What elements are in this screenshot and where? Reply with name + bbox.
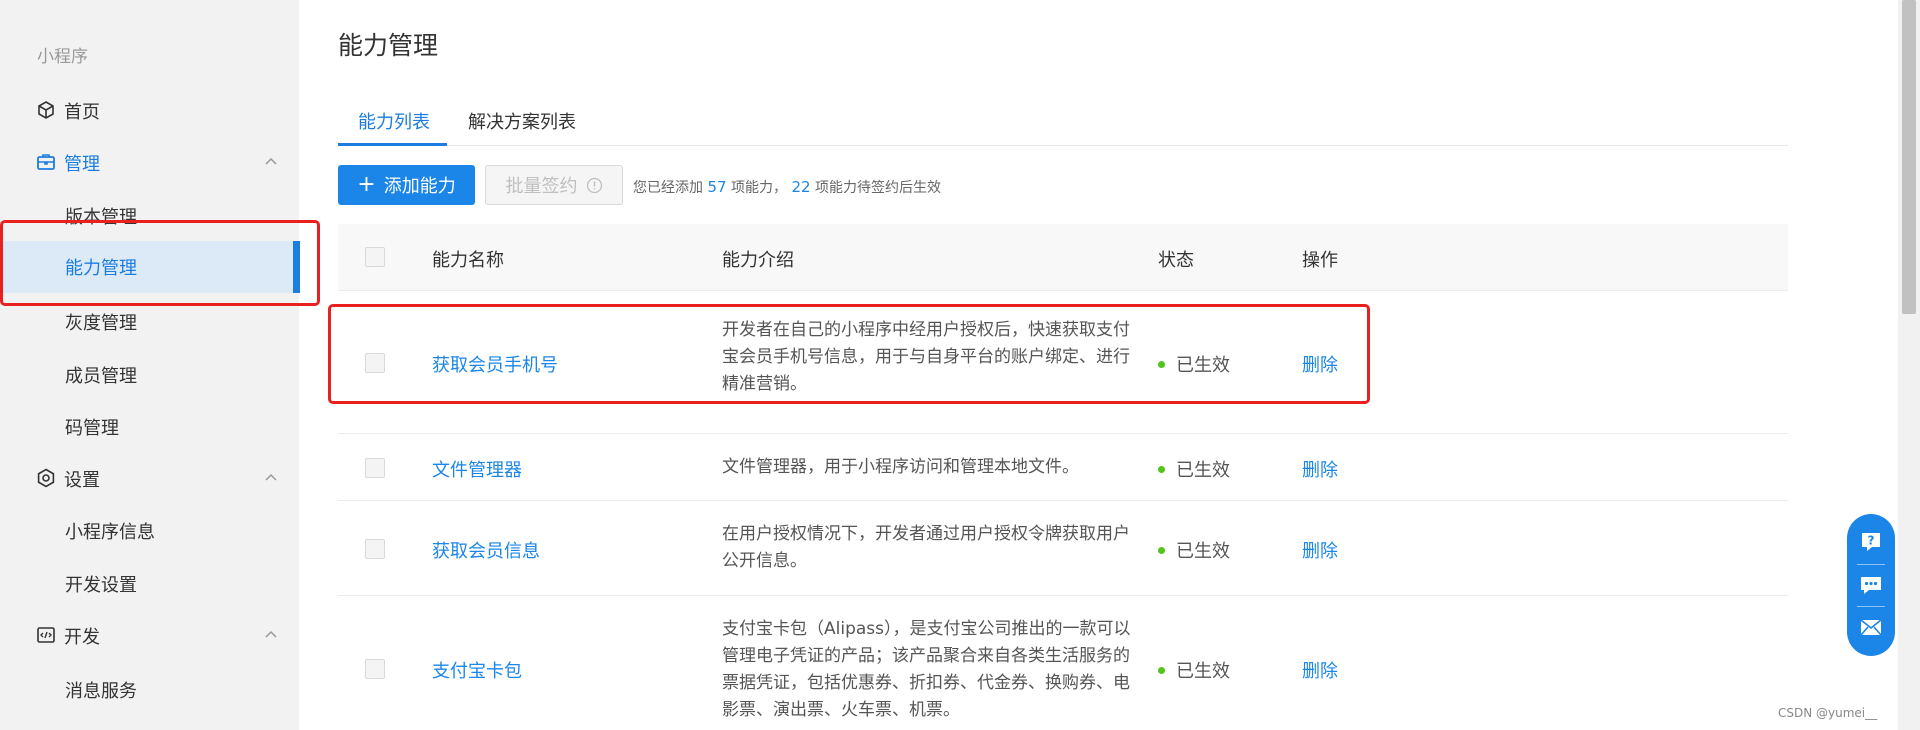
row-checkbox[interactable] [365, 659, 385, 679]
delete-link[interactable]: 删除 [1302, 456, 1338, 482]
table-row: 文件管理器 文件管理器，用于小程序访问和管理本地文件。 已生效 删除 [338, 434, 1788, 501]
capability-name-link[interactable]: 支付宝卡包 [432, 657, 522, 683]
sidebar-section-title: 小程序 [37, 47, 88, 67]
add-capability-label: 添加能力 [383, 176, 456, 197]
float-separator [1857, 564, 1885, 565]
sidebar-group-label: 设置 [64, 470, 100, 491]
gear-icon [37, 468, 55, 488]
home-cube-icon [38, 101, 54, 119]
summary-suffix: 项能力待签约后生效 [815, 180, 941, 196]
tab-active-ink [338, 143, 447, 146]
row-checkbox[interactable] [365, 458, 385, 478]
batch-sign-label: 批量签约 [505, 176, 578, 197]
sidebar-item-label: 消息服务 [65, 681, 137, 702]
summary-prefix: 您已经添加 [633, 180, 703, 196]
capability-name-link[interactable]: 获取会员信息 [432, 537, 540, 563]
status-dot [1158, 546, 1165, 554]
add-capability-button[interactable]: + 添加能力 [338, 165, 475, 205]
header-desc: 能力介绍 [722, 250, 794, 271]
help-question-icon[interactable]: ? [1859, 530, 1883, 554]
float-separator [1857, 606, 1885, 607]
chat-bubble-icon[interactable] [1859, 573, 1883, 597]
capability-desc: 在用户授权情况下，开发者通过用户授权令牌获取用户公开信息。 [722, 524, 1130, 571]
select-all-checkbox[interactable] [365, 247, 385, 267]
sidebar-item-label: 成员管理 [65, 366, 137, 387]
status-text: 已生效 [1176, 661, 1230, 682]
capability-summary: 您已经添加 57 项能力， 22 项能力待签约后生效 [633, 177, 941, 197]
scrollbar-thumb[interactable] [1902, 0, 1916, 314]
page-title: 能力管理 [338, 31, 439, 60]
page-scrollbar[interactable] [1898, 0, 1920, 730]
sidebar: 小程序 首页 管理 版本管理 能力管理 灰度管理 成员管理 码管理 设置 小程序… [0, 0, 300, 730]
table-row: 获取会员信息 在用户授权情况下，开发者通过用户授权令牌获取用户公开信息。 已生效… [338, 501, 1788, 596]
sidebar-item-home[interactable]: 首页 [0, 88, 299, 132]
sidebar-group-dev[interactable]: 开发 [0, 613, 299, 657]
chevron-up-icon[interactable] [262, 153, 280, 171]
tab-capability-list[interactable]: 能力列表 [358, 108, 430, 134]
svg-text:?: ? [1868, 534, 1875, 548]
header-status: 状态 [1158, 250, 1194, 271]
watermark: CSDN @yumei__ [1778, 706, 1878, 720]
added-count: 57 [707, 178, 727, 196]
chevron-up-icon[interactable] [262, 469, 280, 487]
briefcase-icon [37, 154, 55, 170]
pending-count: 22 [791, 178, 811, 196]
status-badge: 已生效 [1158, 456, 1230, 482]
chevron-up-icon[interactable] [262, 626, 280, 644]
sidebar-highlight-box [0, 220, 320, 306]
capability-name-link[interactable]: 文件管理器 [432, 456, 522, 482]
status-dot [1158, 666, 1165, 674]
sidebar-item-label: 小程序信息 [65, 522, 155, 543]
header-name: 能力名称 [432, 250, 504, 271]
capability-desc: 文件管理器，用于小程序访问和管理本地文件。 [722, 457, 1079, 477]
status-dot [1158, 465, 1165, 473]
mail-icon[interactable] [1859, 615, 1883, 639]
delete-link[interactable]: 删除 [1302, 657, 1338, 683]
sidebar-item-label: 开发设置 [65, 575, 137, 596]
table-row: 支付宝卡包 支付宝卡包（Alipass），是支付宝公司推出的一款可以管理电子凭证… [338, 596, 1788, 730]
sidebar-item-label: 首页 [64, 102, 100, 123]
sidebar-group-label: 开发 [64, 627, 100, 648]
tab-solution-list[interactable]: 解决方案列表 [468, 108, 576, 134]
sidebar-item-dev-settings[interactable]: 开发设置 [0, 558, 299, 606]
tab-bar: 能力列表 解决方案列表 [338, 98, 1788, 146]
info-icon [586, 177, 602, 193]
delete-link[interactable]: 删除 [1302, 537, 1338, 563]
sidebar-group-settings[interactable]: 设置 [0, 456, 299, 500]
sidebar-item-members[interactable]: 成员管理 [0, 349, 299, 397]
floating-help-bar: ? [1847, 514, 1895, 656]
header-action: 操作 [1302, 250, 1338, 271]
sidebar-item-miniapp-info[interactable]: 小程序信息 [0, 505, 299, 553]
sidebar-group-label: 管理 [64, 154, 100, 175]
status-text: 已生效 [1176, 460, 1230, 481]
plus-icon: + [357, 172, 376, 197]
code-icon [37, 627, 55, 643]
row-checkbox[interactable] [365, 539, 385, 559]
status-badge: 已生效 [1158, 657, 1230, 683]
status-text: 已生效 [1176, 541, 1230, 562]
status-badge: 已生效 [1158, 537, 1230, 563]
summary-middle: 项能力， [731, 180, 787, 196]
batch-sign-button[interactable]: 批量签约 [485, 165, 623, 205]
table-header: 能力名称 能力介绍 状态 操作 [338, 224, 1788, 291]
capability-desc: 支付宝卡包（Alipass），是支付宝公司推出的一款可以管理电子凭证的产品；该产… [722, 619, 1131, 720]
sidebar-item-label: 码管理 [65, 418, 119, 439]
sidebar-item-message-service[interactable]: 消息服务 [0, 664, 299, 712]
sidebar-item-code[interactable]: 码管理 [0, 401, 299, 449]
sidebar-group-manage[interactable]: 管理 [0, 140, 299, 184]
sidebar-item-label: 灰度管理 [65, 313, 137, 334]
row-highlight-box [328, 304, 1370, 404]
